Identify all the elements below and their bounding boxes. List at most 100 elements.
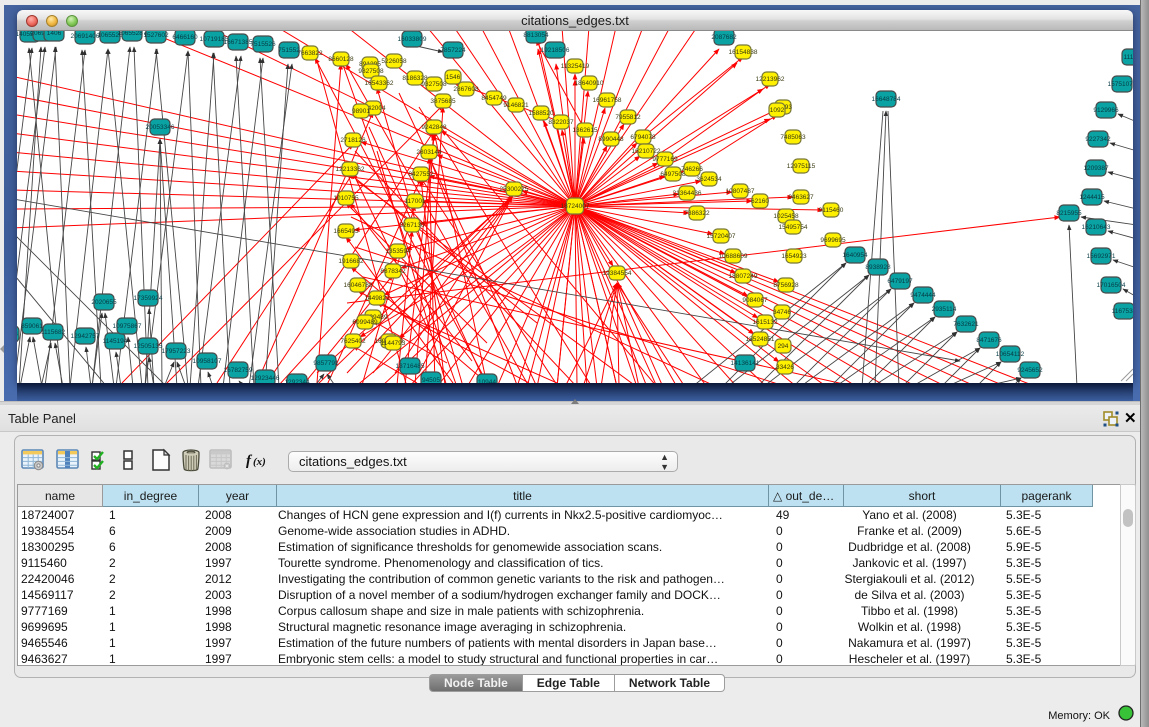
svg-text:16033809: 16033809 [398, 36, 427, 43]
svg-text:7955812: 7955812 [615, 114, 641, 121]
svg-text:9857791: 9857791 [313, 360, 339, 367]
svg-text:1025458: 1025458 [773, 213, 799, 220]
svg-text:11126: 11126 [1123, 54, 1133, 61]
svg-text:9115460: 9115460 [819, 207, 844, 214]
svg-text:3624534: 3624534 [696, 176, 722, 183]
svg-text:18807249: 18807249 [729, 273, 758, 280]
svg-text:1092: 1092 [770, 107, 785, 114]
svg-text:9227342: 9227342 [1085, 136, 1111, 143]
svg-text:3875685: 3875685 [430, 98, 456, 105]
svg-text:11325419: 11325419 [561, 63, 590, 70]
svg-text:20691406: 20691406 [71, 33, 100, 40]
svg-text:5226058: 5226058 [381, 58, 407, 65]
svg-text:3267130: 3267130 [399, 222, 425, 229]
svg-text:8660128: 8660128 [328, 56, 354, 63]
svg-text:19384554: 19384554 [603, 270, 632, 277]
svg-text:62160: 62160 [751, 198, 769, 205]
svg-text:(x): (x) [253, 456, 266, 468]
svg-text:16210643: 16210643 [1082, 224, 1111, 231]
svg-text:8427552: 8427552 [408, 171, 434, 178]
svg-text:16648784: 16648784 [872, 96, 901, 103]
svg-text:16671385: 16671385 [224, 39, 253, 46]
svg-text:9827508: 9827508 [358, 68, 384, 75]
svg-text:2020655: 2020655 [91, 299, 117, 306]
svg-text:21364436: 21364436 [673, 190, 702, 197]
svg-text:2935114: 2935114 [932, 306, 957, 313]
svg-text:16782759: 16782759 [224, 367, 253, 374]
svg-text:12923446: 12923446 [251, 375, 280, 382]
svg-text:20053346: 20053346 [146, 124, 175, 131]
svg-text:8756928: 8756928 [773, 282, 799, 289]
svg-text:10807487: 10807487 [726, 188, 755, 195]
svg-text:8938928: 8938928 [865, 264, 891, 271]
svg-text:9146821: 9146821 [503, 102, 529, 109]
svg-text:12942757: 12942757 [71, 333, 100, 340]
svg-text:9777169: 9777169 [652, 156, 678, 163]
svg-text:7485063: 7485063 [780, 134, 806, 141]
svg-text:1353594: 1353594 [385, 248, 411, 255]
svg-text:16543362: 16543362 [365, 80, 394, 87]
svg-text:9084067: 9084067 [742, 297, 768, 304]
svg-text:16046788: 16046788 [344, 282, 373, 289]
svg-text:8215955: 8215955 [1056, 210, 1082, 217]
svg-text:10654112: 10654112 [996, 351, 1025, 358]
svg-text:751552: 751552 [278, 47, 300, 54]
svg-text:9327508: 9327508 [421, 81, 447, 88]
svg-text:8471676: 8471676 [976, 337, 1002, 344]
svg-text:17957223: 17957223 [162, 348, 191, 355]
svg-text:8878342: 8878342 [380, 268, 406, 275]
svg-text:25300275: 25300275 [500, 186, 529, 193]
svg-text:13716485: 13716485 [396, 363, 425, 370]
svg-text:8813054: 8813054 [523, 32, 549, 39]
svg-text:1449822: 1449822 [364, 295, 390, 302]
svg-text:33426: 33426 [776, 364, 794, 371]
svg-text:7632621: 7632621 [953, 321, 979, 328]
svg-text:7515526: 7515526 [250, 41, 276, 48]
svg-text:18640910: 18640910 [575, 80, 604, 87]
svg-text:9463627: 9463627 [788, 194, 814, 201]
svg-text:9245652: 9245652 [1017, 367, 1043, 374]
svg-text:6794078: 6794078 [630, 134, 656, 141]
svg-text:9129966: 9129966 [1093, 107, 1119, 114]
svg-text:15751074: 15751074 [1108, 81, 1133, 88]
svg-text:16210722: 16210722 [632, 148, 661, 155]
svg-text:15692971: 15692971 [1087, 253, 1116, 260]
svg-text:98901: 98901 [352, 108, 370, 115]
svg-text:1144793: 1144793 [381, 340, 406, 347]
svg-text:117001: 117001 [404, 198, 426, 205]
svg-text:2803144: 2803144 [416, 149, 442, 156]
svg-text:1145194: 1145194 [103, 338, 128, 345]
svg-text:1527602: 1527602 [143, 32, 169, 39]
svg-text:1615132: 1615132 [752, 319, 778, 326]
svg-text:1244415: 1244415 [1079, 194, 1105, 201]
svg-text:12505135: 12505135 [134, 343, 163, 350]
svg-text:1362615: 1362615 [572, 127, 598, 134]
svg-text:12975115: 12975115 [787, 163, 816, 170]
svg-text:8454749: 8454749 [481, 95, 507, 102]
svg-text:8990448: 8990448 [598, 136, 624, 143]
svg-text:10944: 10944 [478, 379, 496, 383]
svg-text:2867608: 2867608 [453, 86, 479, 93]
svg-text:1916682: 1916682 [338, 258, 364, 265]
svg-text:294: 294 [778, 343, 789, 350]
svg-text:15495754: 15495754 [779, 224, 808, 231]
svg-text:6466160: 6466160 [172, 34, 198, 41]
svg-text:1406: 1406 [47, 31, 62, 37]
svg-text:8322037: 8322037 [548, 119, 574, 126]
svg-text:1115682: 1115682 [41, 329, 66, 336]
svg-text:17016504: 17016504 [1097, 282, 1126, 289]
svg-text:12213362: 12213362 [336, 166, 365, 173]
svg-text:10975867: 10975867 [113, 323, 142, 330]
svg-text:1654923: 1654923 [781, 253, 807, 260]
svg-text:746266: 746266 [681, 166, 703, 173]
svg-text:7386322: 7386322 [684, 210, 710, 217]
svg-text:15720407: 15720407 [707, 233, 736, 240]
svg-text:9242848: 9242848 [421, 124, 447, 131]
svg-text:19218506: 19218506 [541, 47, 570, 54]
svg-text:7663822: 7663822 [297, 50, 323, 57]
svg-text:1665493: 1665493 [333, 228, 359, 235]
svg-text:1209387: 1209387 [1083, 165, 1109, 172]
svg-text:1588520: 1588520 [528, 110, 554, 117]
svg-text:1640954: 1640954 [842, 252, 868, 259]
svg-text:9474444: 9474444 [910, 292, 936, 299]
